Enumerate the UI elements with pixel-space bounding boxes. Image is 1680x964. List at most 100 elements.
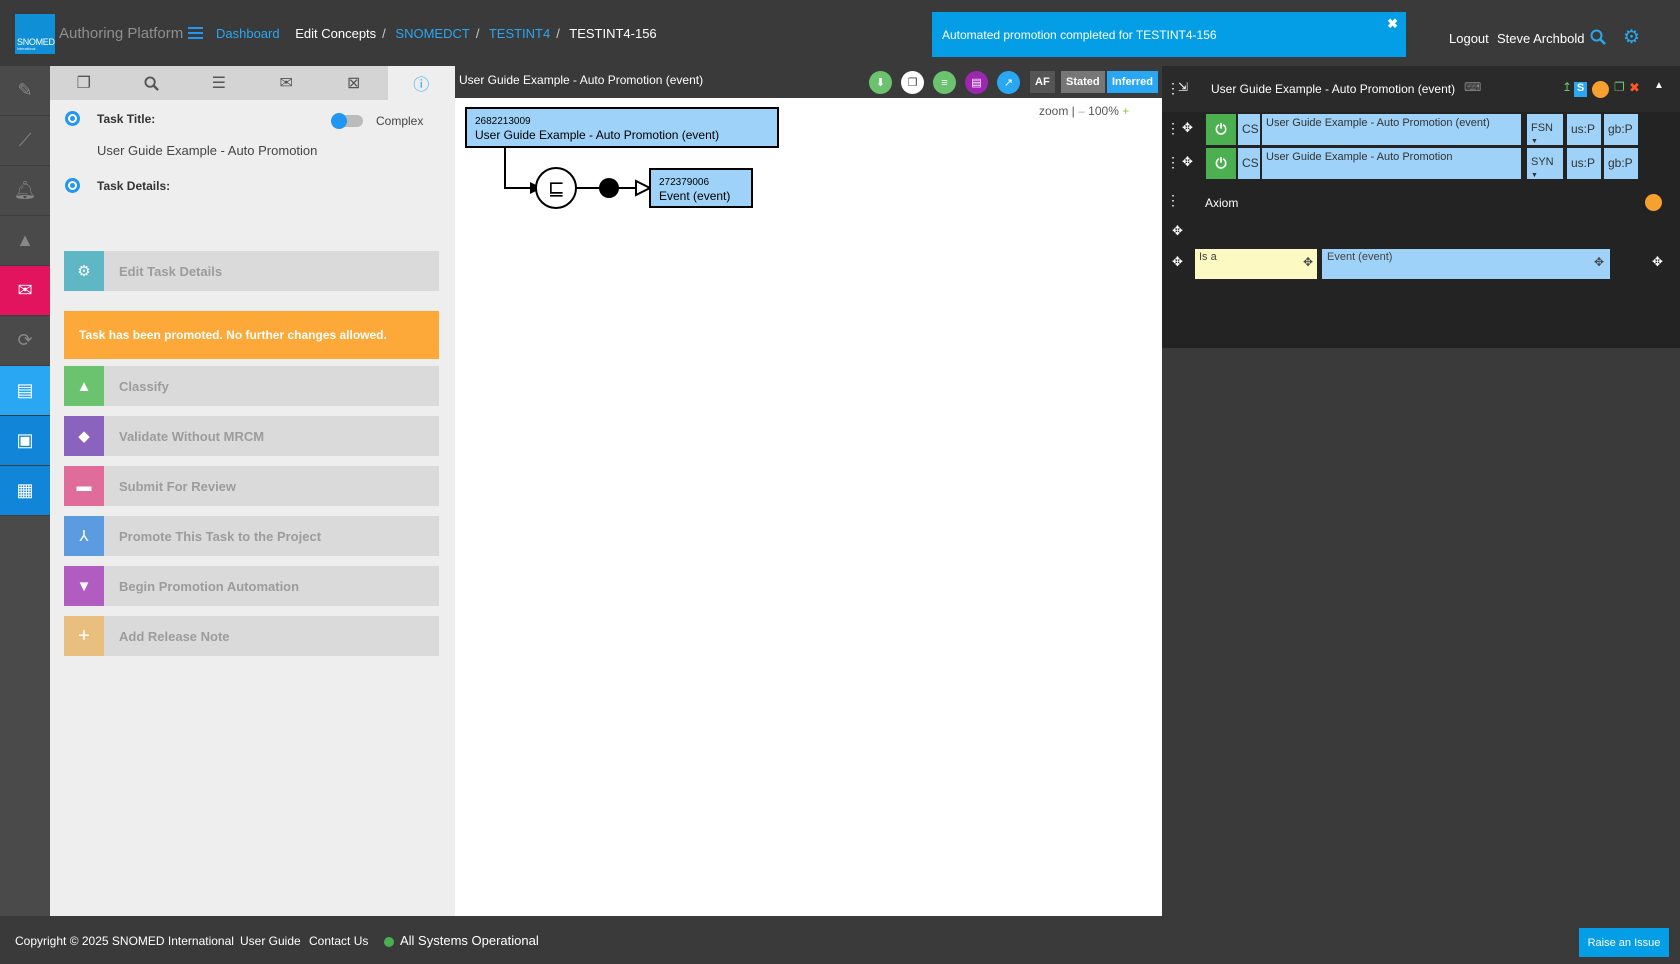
concept-edit-panel: ⋮ ⇲ User Guide Example - Auto Promotion … bbox=[1162, 66, 1680, 916]
nav-chat-icon[interactable]: ▤ bbox=[0, 366, 50, 416]
drag-handle-icon[interactable]: ✥ bbox=[1182, 120, 1193, 136]
add-release-note-button[interactable]: + Add Release Note bbox=[64, 616, 439, 656]
case-significance[interactable]: CS bbox=[1238, 148, 1260, 179]
plus-icon: + bbox=[64, 616, 104, 656]
copyright-text: Copyright © 2025 SNOMED International bbox=[15, 934, 234, 948]
description-term[interactable]: User Guide Example - Auto Promotion bbox=[1262, 148, 1521, 179]
clone-icon[interactable]: ❐ bbox=[1614, 80, 1625, 94]
snomed-logo[interactable]: SNOMED International bbox=[15, 14, 55, 54]
nav-wand-icon[interactable]: ⟋ bbox=[0, 116, 50, 166]
merge-icon: ⅄ bbox=[64, 516, 104, 556]
nav-edit-icon[interactable]: ✎ bbox=[0, 66, 50, 116]
drag-handle-icon[interactable]: ✥ bbox=[1182, 154, 1193, 170]
nav-window-icon[interactable]: ▣ bbox=[0, 416, 50, 466]
chat-icon: ▬ bbox=[64, 466, 104, 506]
add-to-list-icon[interactable]: ≡ bbox=[933, 71, 956, 94]
complex-label: Complex bbox=[376, 114, 424, 128]
system-status[interactable]: All Systems Operational bbox=[400, 933, 539, 948]
power-toggle-icon[interactable]: ⏻ bbox=[1206, 114, 1236, 145]
description-term[interactable]: User Guide Example - Auto Promotion (eve… bbox=[1262, 114, 1521, 145]
relationship-target[interactable]: Event (event) ✥ bbox=[1322, 249, 1610, 279]
nav-sync-icon[interactable]: ⟳ bbox=[0, 316, 50, 366]
copy-icon[interactable]: ❐ bbox=[901, 71, 924, 94]
task-title-label: Task Title: bbox=[97, 112, 156, 126]
begin-automation-button[interactable]: ▼ Begin Promotion Automation bbox=[64, 566, 439, 606]
parent-concept-name: Event (event) bbox=[659, 189, 730, 203]
edit-task-details-button[interactable]: ⚙ Edit Task Details bbox=[64, 251, 439, 291]
graduation-cap-icon: ◆ bbox=[64, 416, 104, 456]
drag-handle-icon[interactable]: ✥ bbox=[1652, 254, 1663, 270]
submit-review-label: Submit For Review bbox=[119, 478, 237, 494]
case-significance[interactable]: CS bbox=[1238, 114, 1260, 145]
stated-toggle[interactable]: Stated bbox=[1061, 71, 1105, 93]
status-dot-icon bbox=[384, 937, 394, 947]
task-title-value: User Guide Example - Auto Promotion bbox=[97, 143, 318, 158]
history-icon[interactable]: ↥ bbox=[1562, 80, 1572, 94]
breadcrumb-project[interactable]: TESTINT4 bbox=[489, 26, 550, 41]
tab-envelope-icon[interactable]: ✉ bbox=[253, 66, 321, 100]
tab-list-icon[interactable]: ☰ bbox=[185, 66, 253, 100]
gear-icon[interactable]: ⚙ bbox=[1623, 28, 1640, 47]
menu-icon[interactable] bbox=[188, 27, 203, 39]
collapse-up-icon[interactable]: ▲ bbox=[1654, 80, 1664, 91]
nav-grid-icon[interactable]: ▦ bbox=[0, 466, 50, 516]
relationship-type[interactable]: Is a ✥ bbox=[1195, 249, 1317, 279]
submit-review-button[interactable]: ▬ Submit For Review bbox=[64, 466, 439, 506]
close-icon[interactable]: ✖ bbox=[1387, 16, 1398, 32]
complex-toggle[interactable] bbox=[331, 113, 363, 129]
download-icon[interactable]: ⬇ bbox=[869, 71, 892, 94]
task-panel-tabs: ❐ ☰ ✉ ⊠ ⓘ bbox=[50, 66, 455, 100]
inferred-toggle[interactable]: Inferred bbox=[1107, 71, 1158, 93]
promoted-warning: Task has been promoted. No further chang… bbox=[64, 311, 439, 359]
promote-task-button[interactable]: ⅄ Promote This Task to the Project bbox=[64, 516, 439, 556]
drag-handle-icon[interactable]: ✥ bbox=[1172, 254, 1183, 270]
gb-acceptability[interactable]: gb:P bbox=[1604, 114, 1638, 145]
validate-button[interactable]: ◆ Validate Without MRCM bbox=[64, 416, 439, 456]
relationship-target-label: Event (event) bbox=[1327, 251, 1393, 263]
tab-info-icon[interactable]: ⓘ bbox=[387, 66, 455, 100]
gb-acceptability[interactable]: gb:P bbox=[1604, 148, 1638, 179]
minimize-icon[interactable]: ⇲ bbox=[1178, 80, 1188, 94]
validate-label: Validate Without MRCM bbox=[119, 428, 265, 444]
parent-concept-box[interactable]: 272379006 Event (event) bbox=[649, 168, 753, 208]
vertical-dots-icon[interactable]: ⋮ bbox=[1166, 192, 1180, 209]
concept-edit-title: User Guide Example - Auto Promotion (eve… bbox=[1211, 82, 1456, 96]
drag-handle-icon[interactable]: ✥ bbox=[1172, 223, 1183, 239]
vertical-dots-icon[interactable]: ⋮ bbox=[1166, 154, 1180, 171]
add-release-note-label: Add Release Note bbox=[119, 628, 230, 644]
breadcrumb-codesystem[interactable]: SNOMEDCT bbox=[395, 26, 469, 41]
tab-search-icon[interactable] bbox=[118, 66, 186, 100]
classify-button[interactable]: ▲ Classify bbox=[64, 366, 439, 406]
us-acceptability[interactable]: us:P bbox=[1567, 114, 1601, 145]
close-icon[interactable]: ✖ bbox=[1629, 80, 1640, 96]
archive-icon: ▼ bbox=[64, 566, 104, 606]
batch-icon[interactable]: ▤ bbox=[965, 71, 988, 94]
raise-issue-button[interactable]: Raise an Issue bbox=[1579, 928, 1669, 957]
stated-badge[interactable]: S bbox=[1574, 82, 1587, 97]
af-toggle[interactable]: AF bbox=[1030, 71, 1055, 93]
relationship-type-label: Is a bbox=[1199, 251, 1217, 263]
contact-us-link[interactable]: Contact Us bbox=[309, 934, 368, 948]
logout-link[interactable]: Logout bbox=[1449, 31, 1489, 46]
drag-handle-icon[interactable]: ✥ bbox=[1594, 255, 1604, 269]
focus-concept-box[interactable]: 2682213009 User Guide Example - Auto Pro… bbox=[465, 107, 779, 148]
parent-concept-id: 272379006 bbox=[659, 177, 709, 188]
description-type[interactable]: FSN ▼ bbox=[1527, 114, 1563, 145]
task-details-label: Task Details: bbox=[97, 179, 171, 193]
vertical-dots-icon[interactable]: ⋮ bbox=[1166, 120, 1180, 137]
description-type[interactable]: SYN ▼ bbox=[1527, 148, 1563, 179]
breadcrumb-dashboard[interactable]: Dashboard bbox=[216, 26, 280, 41]
subsumption-symbol: ⊑ bbox=[548, 176, 565, 200]
nav-bell-icon[interactable]: 🔔︎ bbox=[0, 166, 50, 216]
tab-excel-icon[interactable]: ⊠ bbox=[320, 66, 388, 100]
keyboard-icon[interactable]: ⌨ bbox=[1464, 80, 1481, 94]
nav-envelope-icon[interactable]: ✉ bbox=[0, 266, 50, 316]
open-external-icon[interactable]: ↗ bbox=[997, 71, 1020, 94]
nav-graduation-icon[interactable]: ▲ bbox=[0, 216, 50, 266]
drag-handle-icon[interactable]: ✥ bbox=[1303, 255, 1313, 269]
us-acceptability[interactable]: us:P bbox=[1567, 148, 1601, 179]
user-guide-link[interactable]: User Guide bbox=[240, 934, 301, 948]
power-toggle-icon[interactable]: ⏻ bbox=[1206, 148, 1236, 179]
tab-saved-list-icon[interactable]: ❐ bbox=[50, 66, 118, 100]
search-icon[interactable] bbox=[1590, 29, 1606, 50]
